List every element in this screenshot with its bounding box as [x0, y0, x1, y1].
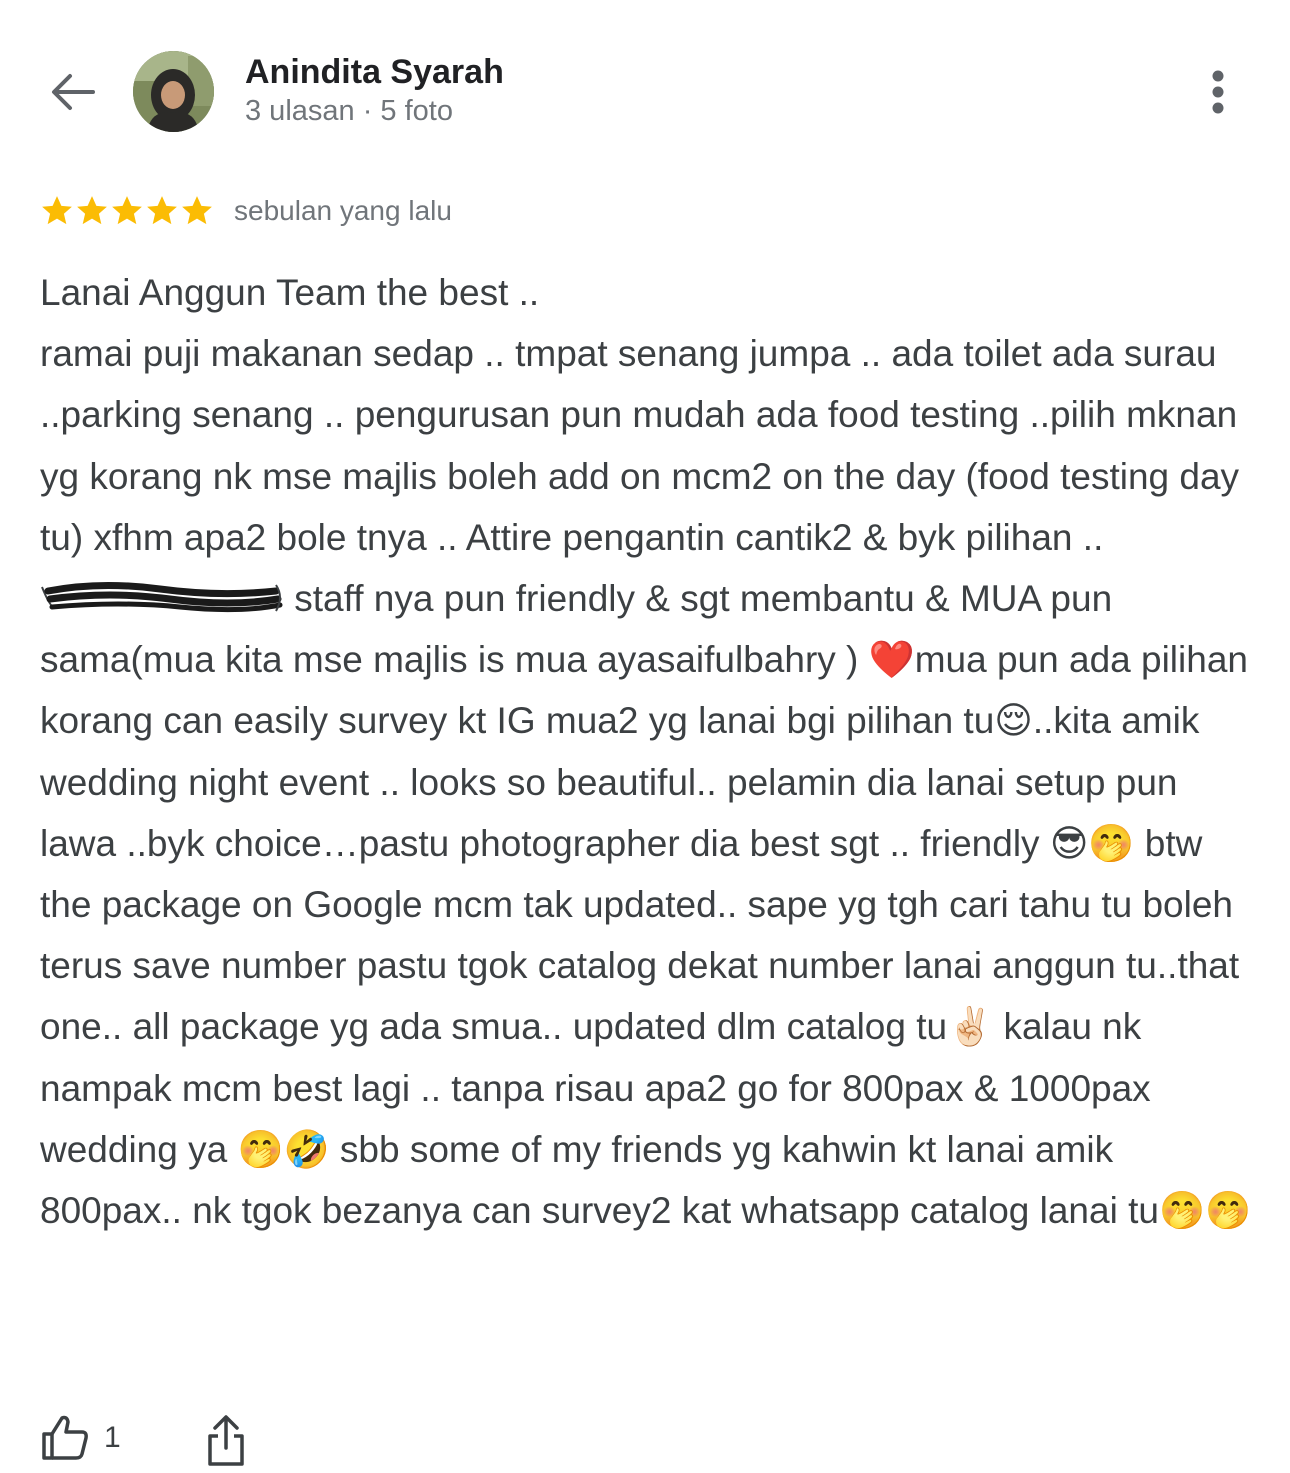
more-vert-icon [1212, 70, 1224, 114]
star-icon [147, 196, 177, 225]
redaction-scribble [40, 574, 284, 614]
review-text-part-1: Lanai Anggun Team the best .. ramai puji… [40, 272, 1240, 558]
author-name[interactable]: Anindita Syarah [245, 53, 504, 92]
back-button[interactable] [42, 64, 102, 120]
like-count: 1 [104, 1421, 121, 1454]
author-meta: 3 ulasan · 5 foto [245, 95, 453, 127]
arrow-back-icon [52, 74, 95, 110]
star-rating [40, 194, 214, 228]
star-icon [182, 196, 212, 225]
star-icon [42, 196, 72, 225]
review-text-part-2: staff nya pun friendly & sgt membantu & … [40, 578, 1259, 1232]
avatar[interactable] [133, 51, 214, 132]
review-text: Lanai Anggun Team the best .. ramai puji… [40, 262, 1258, 1241]
thumb-up-icon [42, 1415, 88, 1460]
more-options-button[interactable] [1196, 64, 1240, 120]
like-button[interactable]: 1 [40, 1414, 121, 1462]
share-button[interactable] [206, 1414, 254, 1470]
share-icon [208, 1415, 244, 1466]
avatar-image [133, 51, 214, 132]
star-icon [77, 196, 107, 225]
review-time: sebulan yang lalu [234, 195, 452, 226]
star-icon [112, 196, 142, 225]
